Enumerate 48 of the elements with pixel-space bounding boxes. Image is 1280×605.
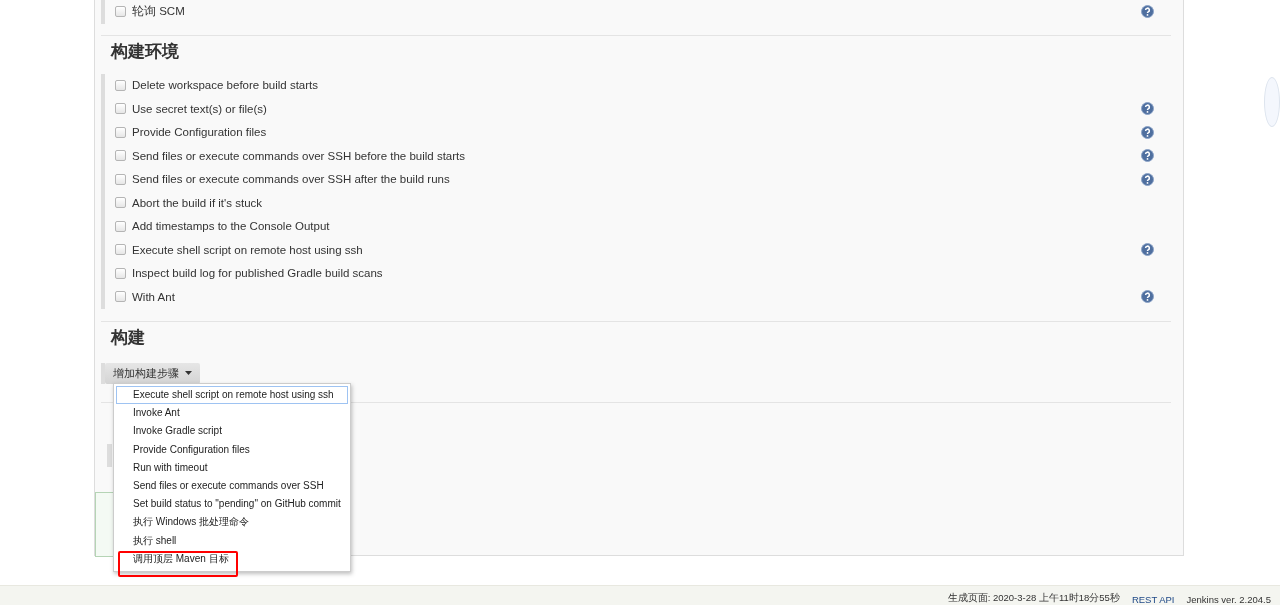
help-icon[interactable] [1141,243,1154,257]
rest-api-link[interactable]: REST API [1131,594,1175,605]
checkbox[interactable] [115,79,126,91]
checkbox[interactable] [115,244,126,256]
button-stub [107,443,112,467]
menu-item[interactable]: 调用顶层 Maven 目标 [116,549,348,568]
help-icon[interactable] [1141,5,1154,19]
checkbox[interactable] [115,103,126,115]
menu-item[interactable]: Set build status to "pending" on GitHub commit [116,495,348,514]
checkbox[interactable] [115,197,126,209]
option-label: Send files or execute commands over SSH after the build runs [132,173,451,186]
menu-item[interactable]: Execute shell script on remote host using ssh [116,386,348,405]
caret-icon [185,371,192,375]
floating-widget [1264,77,1280,127]
option-label: Add timestamps to the Console Output [132,220,331,233]
menu-item[interactable]: Invoke Ant [116,404,348,423]
help-icon[interactable] [1141,172,1154,186]
generated-time: 生成页面: 2020-3-28 上午11时18分55秒 [947,592,1120,605]
menu-item[interactable]: Invoke Gradle script [116,422,348,441]
checkbox[interactable] [115,150,126,162]
checkbox[interactable] [115,173,126,185]
option-label: Provide Configuration files [132,126,268,139]
checkbox[interactable] [115,6,126,18]
add-build-step-button[interactable]: 增加构建步骤 [105,362,200,384]
section-heading: 构建环境 [109,40,179,63]
option-label: Execute shell script on remote host using ssh [132,243,364,256]
menu-item[interactable]: 执行 shell [116,531,348,550]
option-label: Abort the build if it's stuck [132,196,264,209]
option-label: Inspect build log for published Gradle build scans [132,267,384,280]
checkbox[interactable] [115,220,126,232]
checkbox[interactable] [115,291,126,303]
help-icon[interactable] [1141,102,1154,116]
option-label: Use secret text(s) or file(s) [132,102,268,115]
menu-item[interactable]: Run with timeout [116,458,348,477]
version-label: Jenkins ver. 2.204.5 [1186,594,1271,605]
help-icon[interactable] [1141,125,1154,139]
menu-item[interactable]: Provide Configuration files [116,440,348,459]
help-icon[interactable] [1141,290,1154,304]
menu-item[interactable]: Send files or execute commands over SSH [116,476,348,496]
option-label: 轮询 SCM [132,4,186,20]
section-heading: 构建 [109,326,145,349]
checkbox[interactable] [115,126,126,138]
menu-item[interactable]: 执行 Windows 批处理命令 [116,513,348,532]
checkbox[interactable] [115,267,126,279]
option-label: With Ant [132,290,176,303]
help-icon[interactable] [1141,149,1154,163]
option-label: Send files or execute commands over SSH before the build starts [132,149,467,162]
option-label: Delete workspace before build starts [132,79,319,92]
